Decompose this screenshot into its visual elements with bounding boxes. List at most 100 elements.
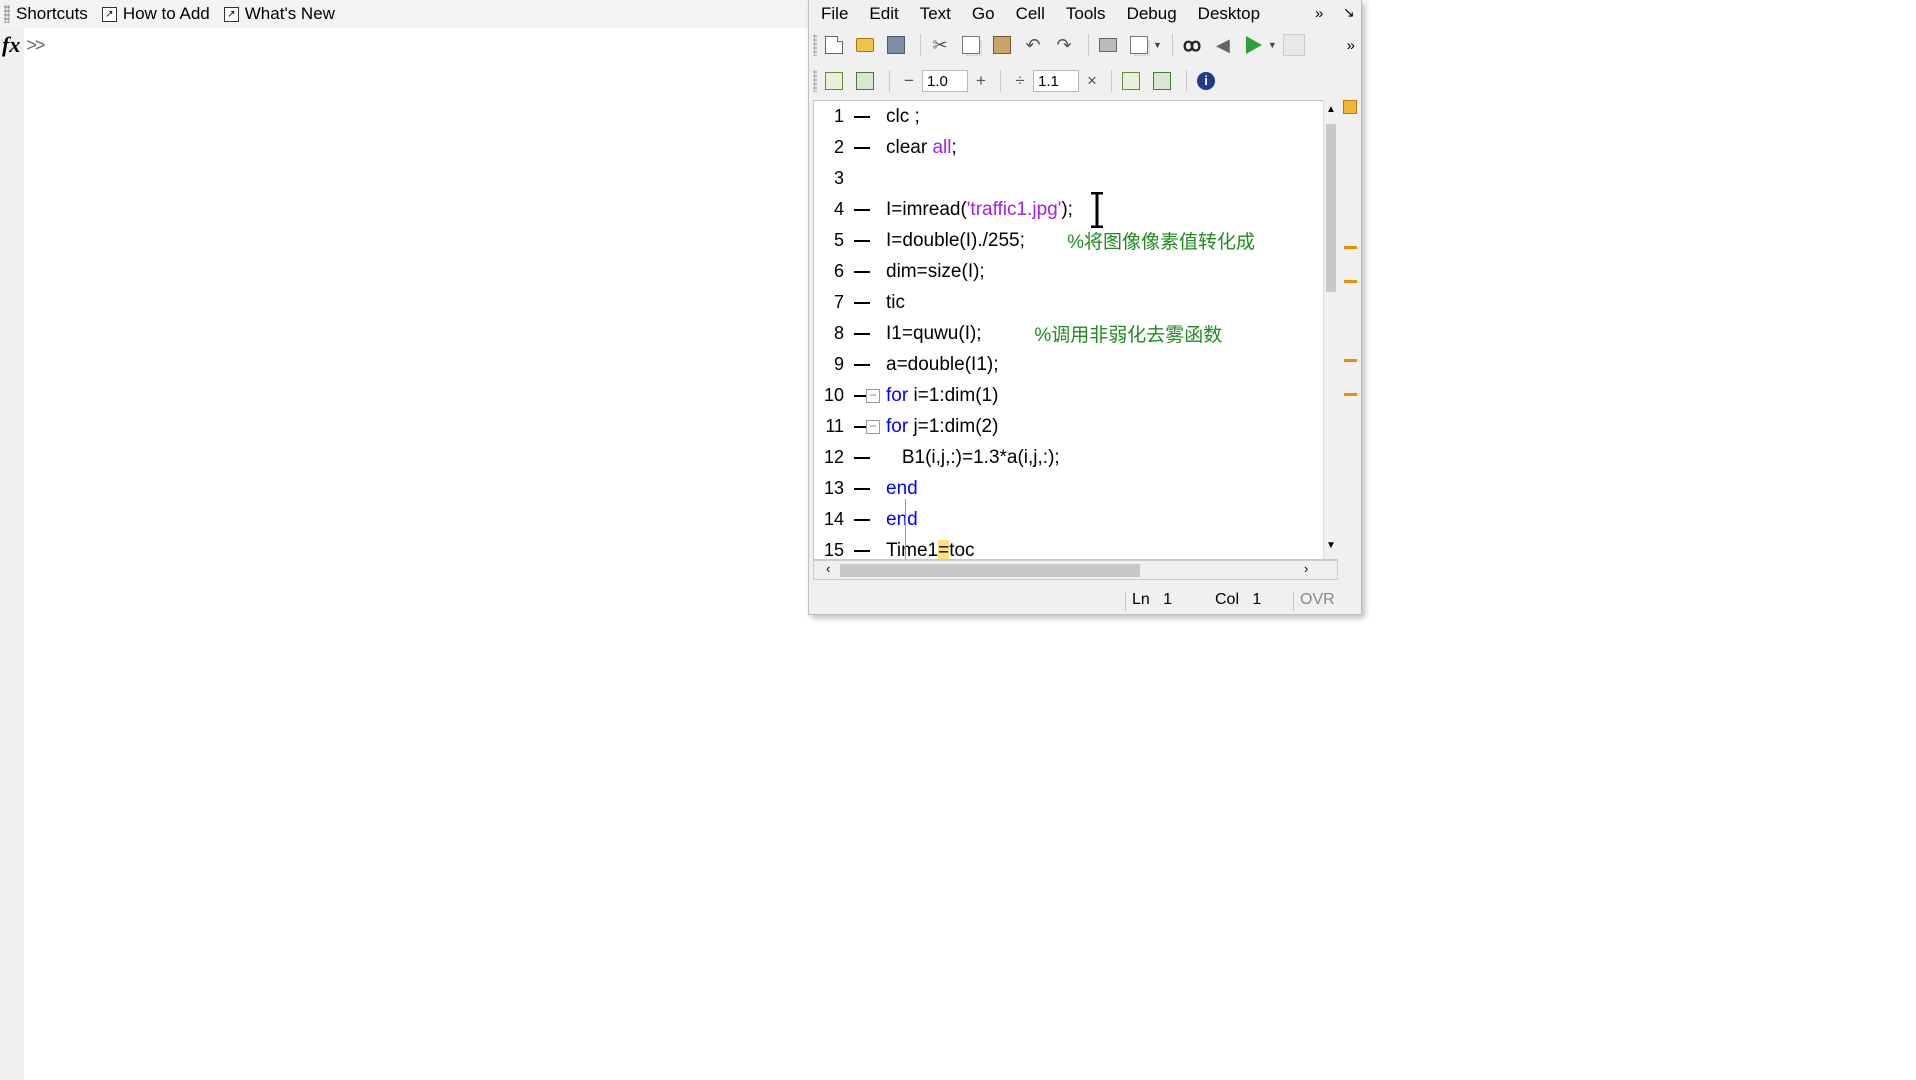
shortcut-how-to-add[interactable]: ↗ How to Add [101, 4, 210, 24]
toolbar-grip[interactable] [813, 70, 817, 92]
line-number[interactable]: 6 [814, 261, 844, 282]
cell-info-button[interactable]: i [1193, 68, 1219, 94]
eval-advance-button[interactable] [1149, 68, 1175, 94]
menu-debug[interactable]: Debug [1127, 4, 1177, 24]
dropdown-arrow-icon[interactable]: ▼ [1268, 40, 1277, 50]
vertical-scrollbar[interactable]: ▲ ▼ [1323, 100, 1338, 559]
code-line[interactable]: 12 B1(i,j,:)=1.3*a(i,j,:); [814, 442, 1324, 473]
insert-cell-button[interactable] [821, 68, 847, 94]
line-number[interactable]: 1 [814, 106, 844, 127]
menu-text[interactable]: Text [920, 4, 951, 24]
line-number[interactable]: 2 [814, 137, 844, 158]
toolbar-grip[interactable] [4, 5, 10, 23]
shortcut-whats-new[interactable]: ↗ What's New [223, 4, 335, 24]
code-line[interactable]: 15 Time1 = toc [814, 535, 1324, 559]
fx-icon[interactable]: fx [2, 32, 20, 58]
increment-value-field[interactable]: 1.0 [922, 70, 968, 92]
publish-button[interactable] [1126, 32, 1152, 58]
line-number[interactable]: 10 [814, 385, 844, 406]
undo-button[interactable]: ↶ [1020, 32, 1046, 58]
dropdown-arrow-icon[interactable]: ▼ [1153, 40, 1162, 50]
breakpoint-marker[interactable] [854, 332, 870, 335]
warning-marker[interactable] [1344, 359, 1357, 362]
code-editor[interactable]: 1 clc ; 2 clear all; 3 4 I=imread('traffic1.jp… [813, 100, 1338, 560]
back-button[interactable]: ◀ [1210, 32, 1236, 58]
paste-button[interactable] [989, 32, 1015, 58]
copy-button[interactable] [958, 32, 984, 58]
plus-button[interactable]: + [971, 71, 991, 91]
breakpoint-marker[interactable] [854, 487, 870, 490]
fold-toggle-icon[interactable]: − [866, 419, 880, 434]
line-number[interactable]: 8 [814, 323, 844, 344]
scroll-down-icon[interactable]: ▼ [1326, 540, 1336, 551]
menu-edit[interactable]: Edit [869, 4, 898, 24]
line-number[interactable]: 14 [814, 509, 844, 530]
breakpoint-marker[interactable] [854, 301, 870, 304]
breakpoint-marker[interactable] [854, 363, 870, 366]
horizontal-scrollbar[interactable]: ‹ › [813, 560, 1338, 580]
menu-overflow-icon[interactable]: » [1315, 5, 1323, 22]
print-button[interactable] [1095, 32, 1121, 58]
code-line[interactable]: 6 dim=size(I); [814, 256, 1324, 287]
toolbar-grip[interactable] [813, 34, 817, 56]
new-file-button[interactable] [821, 32, 847, 58]
code-line[interactable]: 8 I1=quwu(I); %调用非弱化去雾函数 [814, 318, 1324, 349]
menu-tools[interactable]: Tools [1066, 4, 1106, 24]
code-line[interactable]: 7 tic [814, 287, 1324, 318]
breakpoint-marker[interactable] [854, 456, 870, 459]
code-line[interactable]: 5 I=double(I)./255; %将图像像素值转化成 [814, 225, 1324, 256]
stack-dropdown[interactable] [1281, 32, 1307, 58]
eval-cell-button[interactable] [1118, 68, 1144, 94]
line-number[interactable]: 11 [814, 416, 844, 437]
menu-cell[interactable]: Cell [1016, 4, 1045, 24]
breakpoint-marker[interactable] [854, 146, 870, 149]
code-line[interactable]: 11 − for j=1:dim(2) [814, 411, 1324, 442]
breakpoint-marker[interactable] [854, 549, 870, 552]
warning-marker[interactable] [1344, 393, 1357, 396]
warning-marker[interactable] [1344, 280, 1357, 283]
code-line[interactable]: 2 clear all; [814, 132, 1324, 163]
code-line[interactable]: 13 end [814, 473, 1324, 504]
line-number[interactable]: 4 [814, 199, 844, 220]
shortcut-shortcuts[interactable]: Shortcuts [16, 4, 88, 24]
divide-value-field[interactable]: 1.1 [1033, 70, 1079, 92]
menu-go[interactable]: Go [972, 4, 995, 24]
code-line[interactable]: 4 I=imread('traffic1.jpg'); [814, 194, 1324, 225]
undock-icon[interactable]: ↘ [1343, 4, 1355, 21]
command-prompt[interactable]: fx >> [2, 32, 45, 58]
cell-eval-button[interactable] [852, 68, 878, 94]
code-line[interactable]: 3 [814, 163, 1324, 194]
save-button[interactable] [883, 32, 909, 58]
code-line[interactable]: 9 a=double(I1); [814, 349, 1324, 380]
vertical-scroll-thumb[interactable] [1326, 124, 1336, 292]
line-number[interactable]: 9 [814, 354, 844, 375]
menu-desktop[interactable]: Desktop [1198, 4, 1260, 24]
line-number[interactable]: 3 [814, 168, 844, 189]
breakpoint-marker[interactable] [854, 270, 870, 273]
breakpoint-marker[interactable] [854, 518, 870, 521]
scroll-up-icon[interactable]: ▲ [1326, 104, 1336, 115]
breakpoint-marker[interactable] [854, 115, 870, 118]
breakpoint-marker[interactable] [854, 239, 870, 242]
multiply-button[interactable]: × [1082, 71, 1102, 91]
find-button[interactable]: ꝏ [1179, 32, 1205, 58]
scroll-right-icon[interactable]: › [1304, 561, 1308, 576]
divide-button[interactable]: ÷ [1010, 71, 1030, 91]
code-line[interactable]: 10 − for i=1:dim(1) [814, 380, 1324, 411]
code-line[interactable]: 14 end [814, 504, 1324, 535]
toolbar-overflow-icon[interactable]: » [1347, 37, 1355, 54]
open-file-button[interactable] [852, 32, 878, 58]
redo-button[interactable]: ↷ [1051, 32, 1077, 58]
warning-marker[interactable] [1344, 246, 1357, 249]
analyzer-status-icon[interactable] [1343, 100, 1357, 114]
line-number[interactable]: 15 [814, 540, 844, 559]
horizontal-scroll-thumb[interactable] [840, 564, 1140, 577]
menu-file[interactable]: File [821, 4, 848, 24]
cut-button[interactable]: ✂ [927, 32, 953, 58]
line-number[interactable]: 13 [814, 478, 844, 499]
line-number[interactable]: 12 [814, 447, 844, 468]
decrement-button[interactable]: − [899, 71, 919, 91]
line-number[interactable]: 7 [814, 292, 844, 313]
code-line[interactable]: 1 clc ; [814, 101, 1324, 132]
scroll-left-icon[interactable]: ‹ [826, 561, 830, 576]
